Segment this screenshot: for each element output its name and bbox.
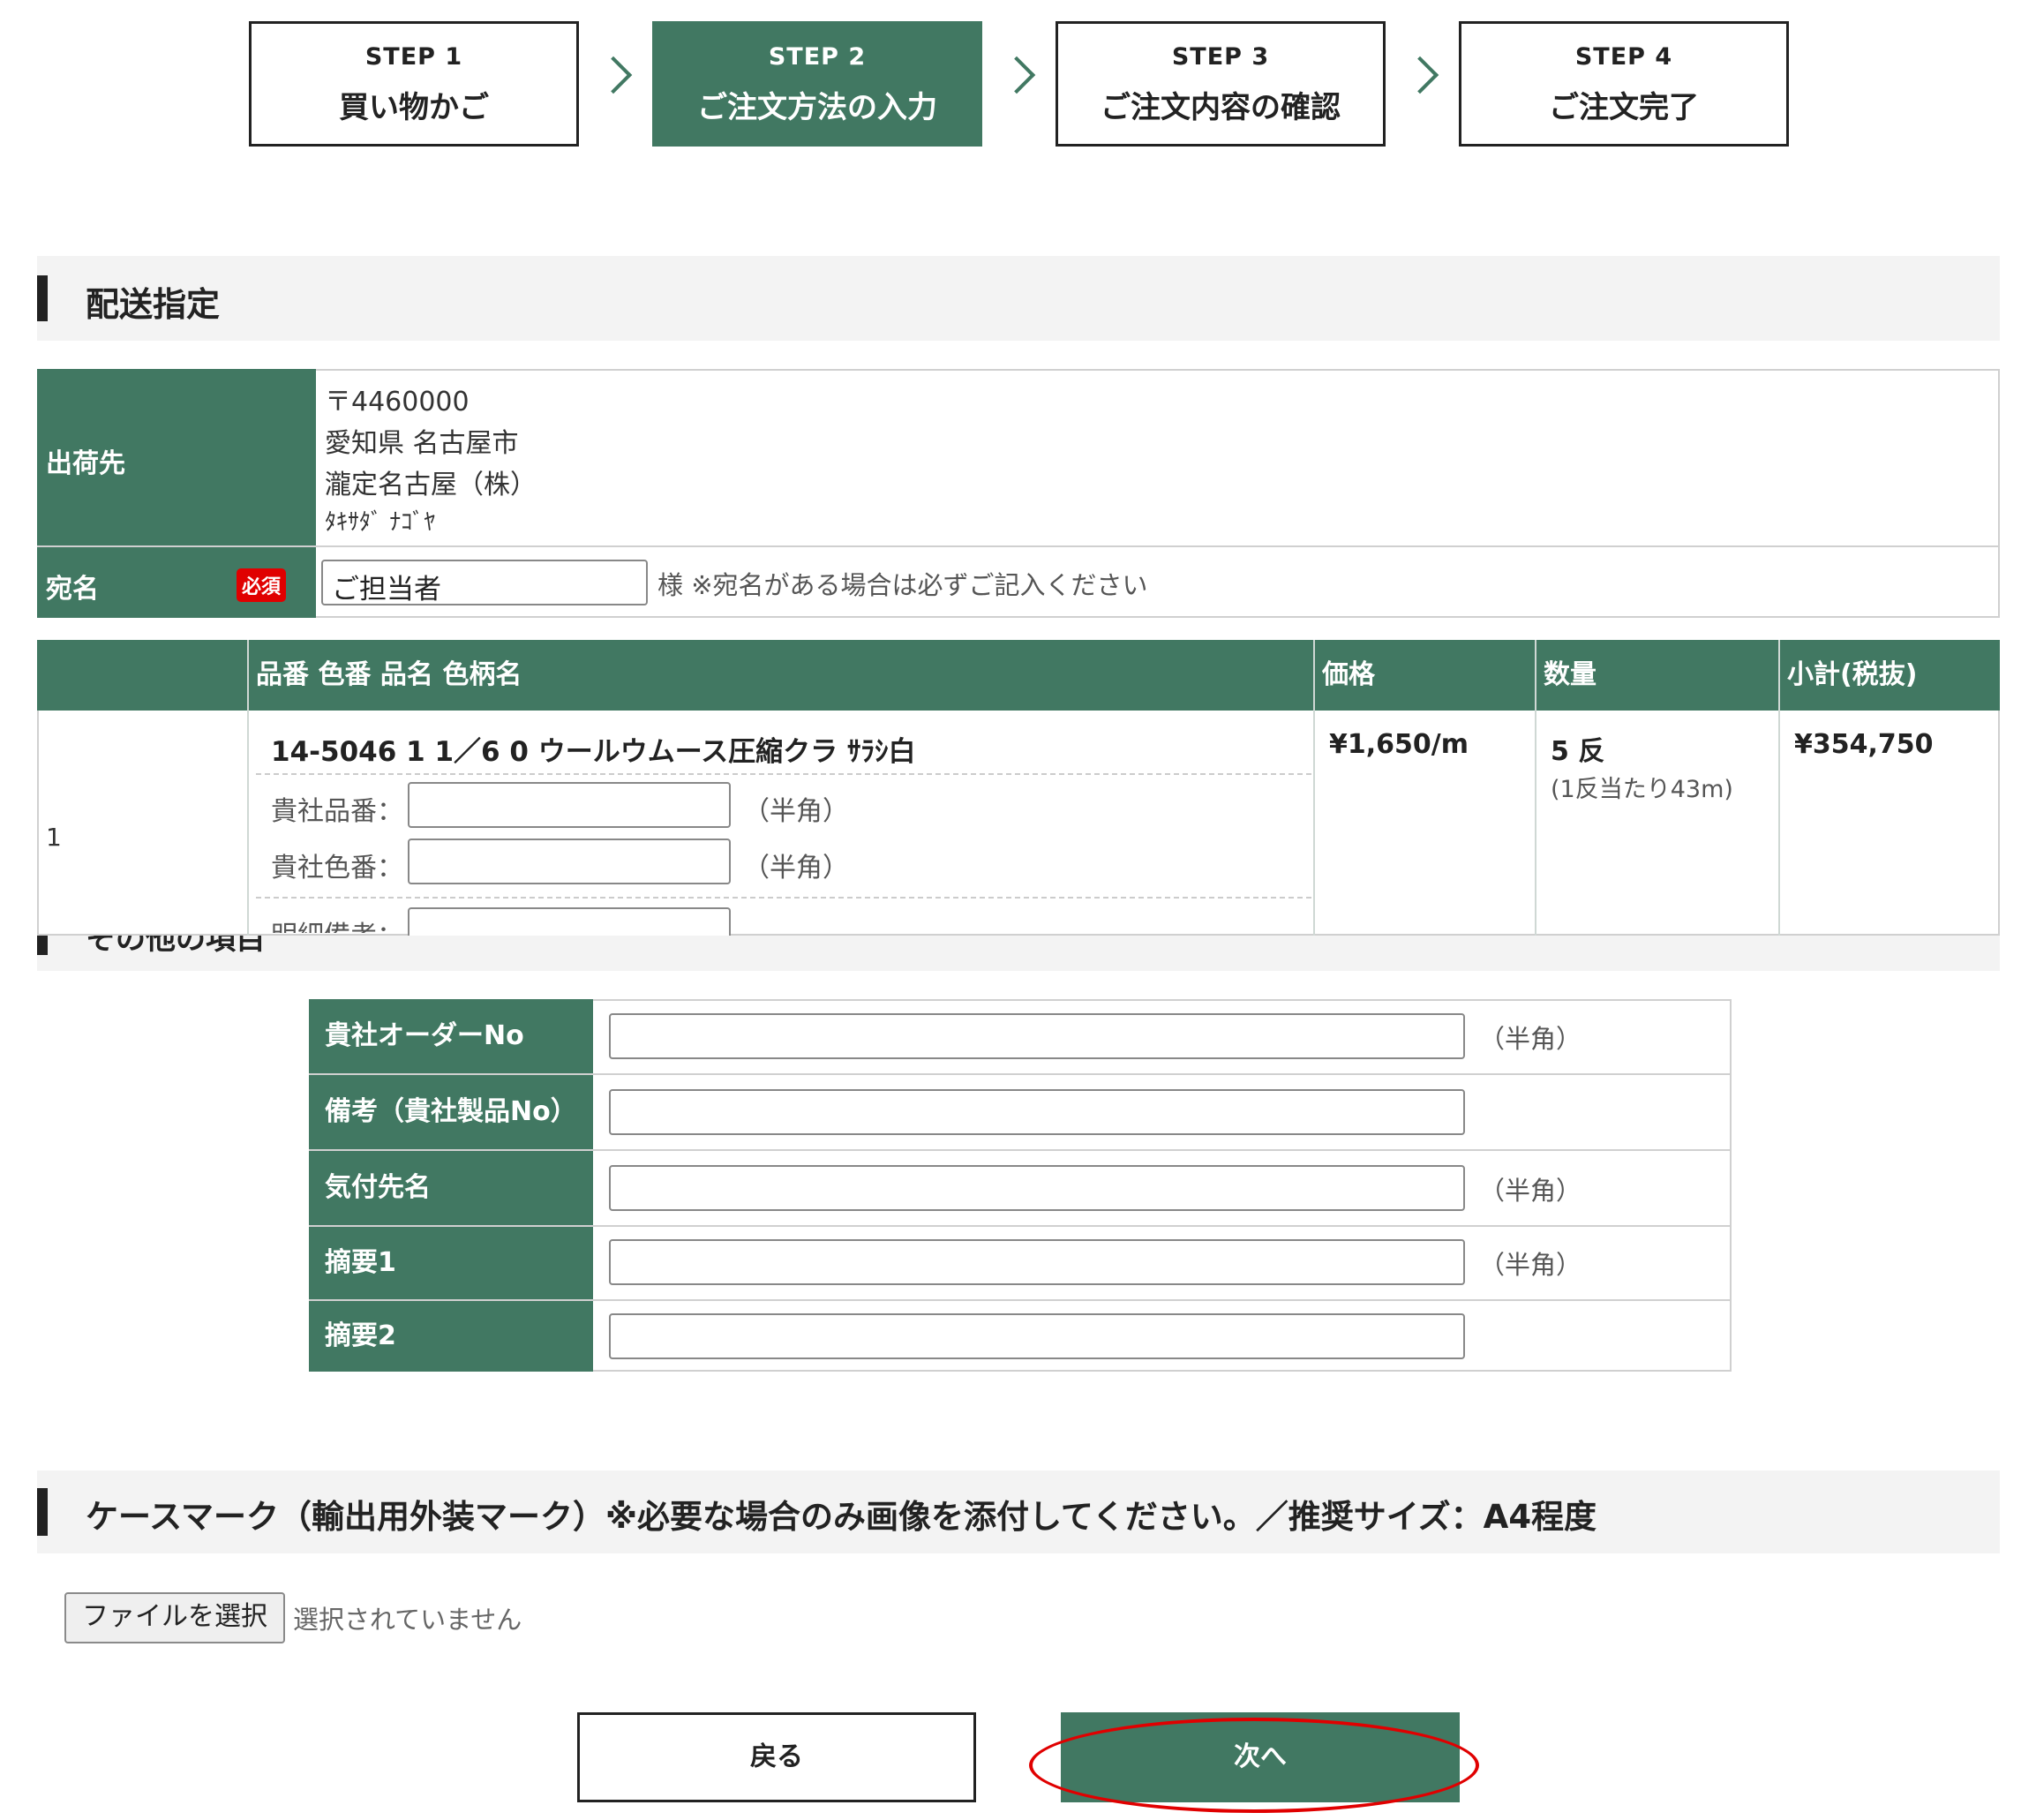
address-city: 愛知県 名古屋市 [325,428,519,459]
col-header-product: 品番 色番 品名 色柄名 [256,659,522,690]
step-4-number: STEP 4 [1574,43,1673,71]
address-company: 瀧定名古屋（株） [325,470,537,500]
recipient-label: 宛名 [46,574,99,605]
hankaku-note: （半角） [1479,1250,1582,1280]
quantity-note: (1反当たり43m) [1551,776,1733,803]
recipient-input[interactable]: ご担当者 [321,560,648,605]
attention-input[interactable] [609,1165,1465,1211]
step-1-number: STEP 1 [364,43,463,71]
section-bar [37,936,48,955]
hankaku-note: （半角） [743,796,849,827]
step-4: STEP 4 ご注文完了 [1459,21,1789,147]
summary1-input[interactable] [609,1239,1465,1285]
delivery-section-title: 配送指定 [86,285,221,324]
chevron-right-icon [594,56,633,94]
step-1: STEP 1 買い物かご [249,21,579,147]
quantity: 5 反 [1551,736,1605,767]
recipient-note: 様 ※宛名がある場合は必ずご記入ください [657,570,1148,600]
back-button[interactable]: 戻る [577,1712,976,1802]
step-3-number: STEP 3 [1171,43,1270,71]
col-header-subtotal: 小計(税抜) [1787,659,1918,690]
step-4-label: ご注文完了 [1549,90,1699,125]
summary2-label: 摘要2 [309,1301,593,1372]
choose-file-button[interactable]: ファイルを選択 [64,1592,285,1643]
col-header-price: 価格 [1322,659,1375,690]
step-2-current: STEP 2 ご注文方法の入力 [652,21,982,147]
address-postal: 〒4460000 [325,387,470,417]
your-color-input[interactable] [408,839,731,884]
order-no-input[interactable] [609,1013,1465,1059]
col-divider [247,640,249,936]
col-header-qty: 数量 [1544,659,1597,690]
step-3: STEP 3 ご注文内容の確認 [1056,21,1386,147]
row-index: 1 [46,823,62,852]
remarks-input[interactable] [609,1089,1465,1135]
summary1-label: 摘要1 [309,1227,593,1299]
casemark-section-header: ケースマーク（輸出用外装マーク）※必要な場合のみ画像を添付してください。／推奨サ… [37,1470,2000,1553]
section-bar [37,275,48,321]
ship-to-header: 出荷先 [37,369,316,545]
address-kana: ﾀｷｻﾀﾞ ﾅｺﾞﾔ [325,509,436,536]
remarks-label: 備考（貴社製品No） [309,1075,593,1149]
detail-note-label: 明細備考： [271,914,403,933]
casemark-section-title: ケースマーク（輸出用外装マーク）※必要な場合のみ画像を添付してください。／推奨サ… [86,1498,1597,1536]
subtotal: ¥354,750 [1794,729,1934,760]
your-part-label: 貴社品番： [271,796,403,827]
col-divider [1313,640,1315,936]
step-2-number: STEP 2 [768,43,867,71]
chevron-right-icon [997,56,1036,94]
file-status: 選択されていません [293,1605,522,1635]
price: ¥1,650/m [1329,729,1469,760]
hankaku-note: （半角） [743,853,849,884]
dashed-divider [256,773,1311,775]
delivery-section-header: 配送指定 [37,256,2000,341]
other-section-header: その他の項目 [37,936,2000,971]
attention-label: 気付先名 [309,1151,593,1225]
step-1-label: 買い物かご [339,90,489,125]
detail-note-input[interactable] [408,907,731,936]
highlight-ellipse [1029,1718,1479,1813]
hankaku-note: （半角） [1479,1024,1582,1054]
required-badge: 必須 [237,568,287,602]
order-no-label: 貴社オーダーNo [309,999,593,1073]
other-section-title: その他の項目 [86,936,266,957]
summary2-input[interactable] [609,1313,1465,1359]
section-bar [37,1488,48,1536]
divider [37,545,2000,547]
ship-to-label: 出荷先 [46,448,125,479]
step-2-label: ご注文方法の入力 [697,90,937,125]
your-part-input[interactable] [408,782,731,828]
col-divider [1778,640,1780,936]
col-divider [1535,640,1536,936]
chevron-right-icon [1401,56,1439,94]
your-color-label: 貴社色番： [271,853,403,884]
step-3-label: ご注文内容の確認 [1101,90,1341,125]
product-name: 14-5046 1 1／6 0 ウールウムース圧縮クラ ｻﾗｼ白 [271,736,916,768]
hankaku-note: （半角） [1479,1176,1582,1206]
dashed-divider [256,897,1311,899]
